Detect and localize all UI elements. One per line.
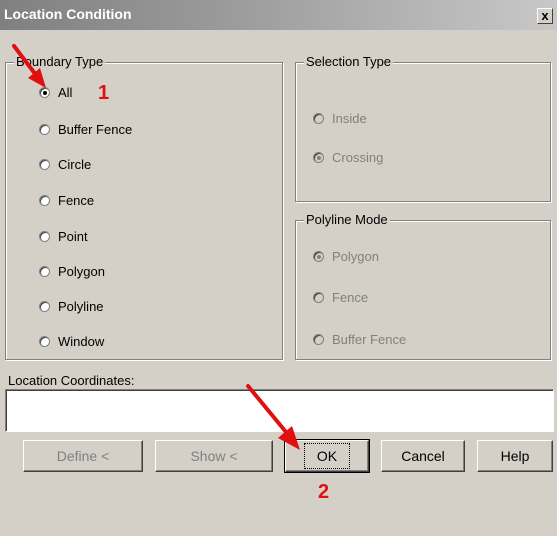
arrow-to-all-icon [12,44,46,88]
arrow-to-ok-icon [246,384,300,450]
annotation-arrows [12,44,300,450]
